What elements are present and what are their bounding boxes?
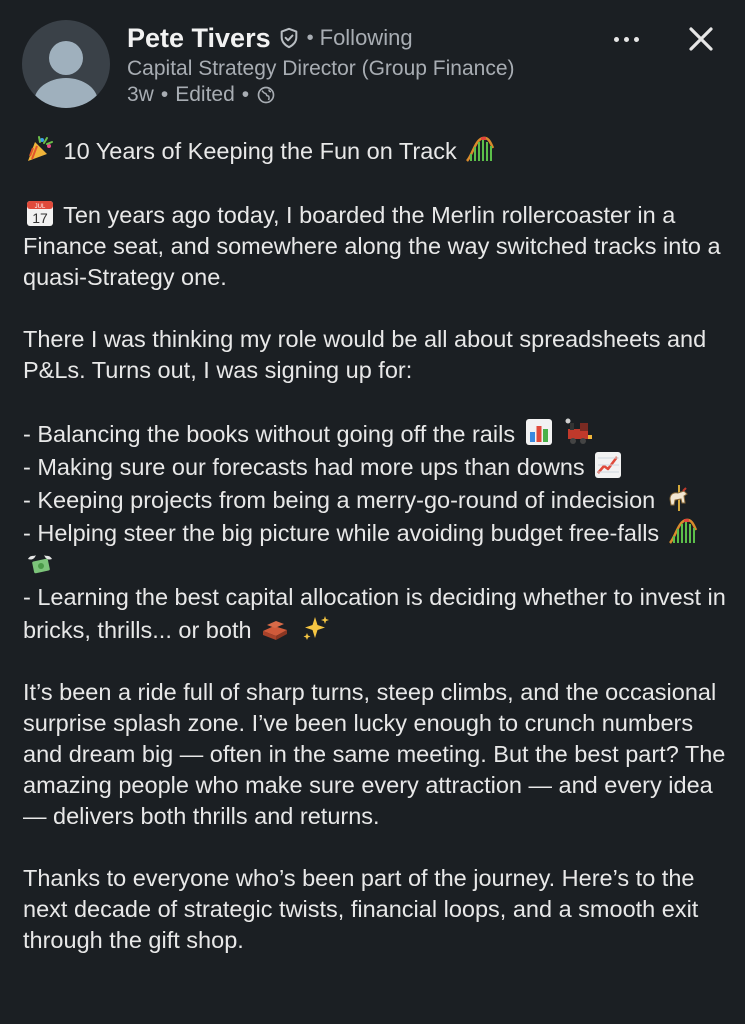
following-status[interactable]: Following	[320, 25, 413, 51]
separator-dot: •	[241, 83, 250, 106]
more-options-icon-dot	[613, 36, 619, 42]
calendar-icon: JUL 17	[25, 198, 55, 228]
bar-chart-icon	[524, 417, 554, 447]
avatar-head-shape	[49, 41, 83, 75]
more-options-icon-dot	[623, 36, 629, 42]
edited-label: Edited	[175, 83, 235, 106]
bullet-item: - Balancing the books without going off …	[23, 417, 728, 450]
locomotive-icon	[564, 417, 594, 447]
post-paragraph-4: Thanks to everyone who’s been part of th…	[23, 865, 699, 953]
bricks-icon	[260, 613, 290, 643]
separator-dot: •	[306, 26, 314, 49]
bullet-item: - Helping steer the big picture while av…	[23, 516, 728, 582]
intro-text: Ten years ago today, I boarded the Merli…	[23, 202, 721, 290]
globe-icon	[256, 85, 276, 105]
avatar[interactable]	[22, 20, 110, 108]
bullet-item: - Learning the best capital allocation i…	[23, 582, 728, 646]
post-body: 10 Years of Keeping the Fun on Track JUL…	[23, 134, 728, 956]
bullet-text: - Helping steer the big picture while av…	[23, 520, 660, 546]
author-name-row: Pete Tivers • Following	[127, 20, 413, 56]
roller-coaster-icon	[668, 516, 698, 546]
bullet-item: - Making sure our forecasts had more ups…	[23, 450, 728, 483]
bullet-text: - Making sure our forecasts had more ups…	[23, 454, 585, 480]
post-title-line: 10 Years of Keeping the Fun on Track	[23, 134, 728, 167]
verified-shield-icon	[278, 27, 300, 49]
bullet-text: - Keeping projects from being a merry-go…	[23, 487, 656, 513]
more-options-icon-dot	[633, 36, 639, 42]
author-name[interactable]: Pete Tivers	[127, 23, 271, 54]
separator-dot: •	[160, 83, 169, 106]
post-meta: 3w • Edited •	[127, 83, 276, 107]
close-icon	[689, 27, 713, 51]
post-header: Pete Tivers • Following Capital Strategy…	[0, 0, 745, 120]
roller-coaster-icon	[465, 134, 495, 164]
money-with-wings-icon	[25, 549, 55, 579]
author-headline: Capital Strategy Director (Group Finance…	[127, 57, 515, 80]
close-button[interactable]	[684, 22, 718, 56]
more-options-button[interactable]	[606, 24, 646, 54]
sparkles-icon	[301, 613, 331, 643]
calendar-day: 17	[32, 210, 48, 226]
post-time: 3w	[127, 83, 154, 106]
post-title: 10 Years of Keeping the Fun on Track	[63, 138, 457, 164]
bullet-text: - Learning the best capital allocation i…	[23, 584, 726, 643]
party-popper-icon	[25, 134, 55, 164]
post-paragraph-3: It’s been a ride full of sharp turns, st…	[23, 679, 726, 829]
chart-increasing-icon	[593, 450, 623, 480]
bullet-item: - Keeping projects from being a merry-go…	[23, 483, 728, 516]
bullet-text: - Balancing the books without going off …	[23, 421, 516, 447]
post-paragraph-2: There I was thinking my role would be al…	[23, 326, 707, 383]
carousel-horse-icon	[664, 483, 694, 513]
avatar-shoulders-shape	[34, 78, 98, 108]
post-intro-paragraph: JUL 17 Ten years ago today, I boarded th…	[23, 198, 728, 293]
